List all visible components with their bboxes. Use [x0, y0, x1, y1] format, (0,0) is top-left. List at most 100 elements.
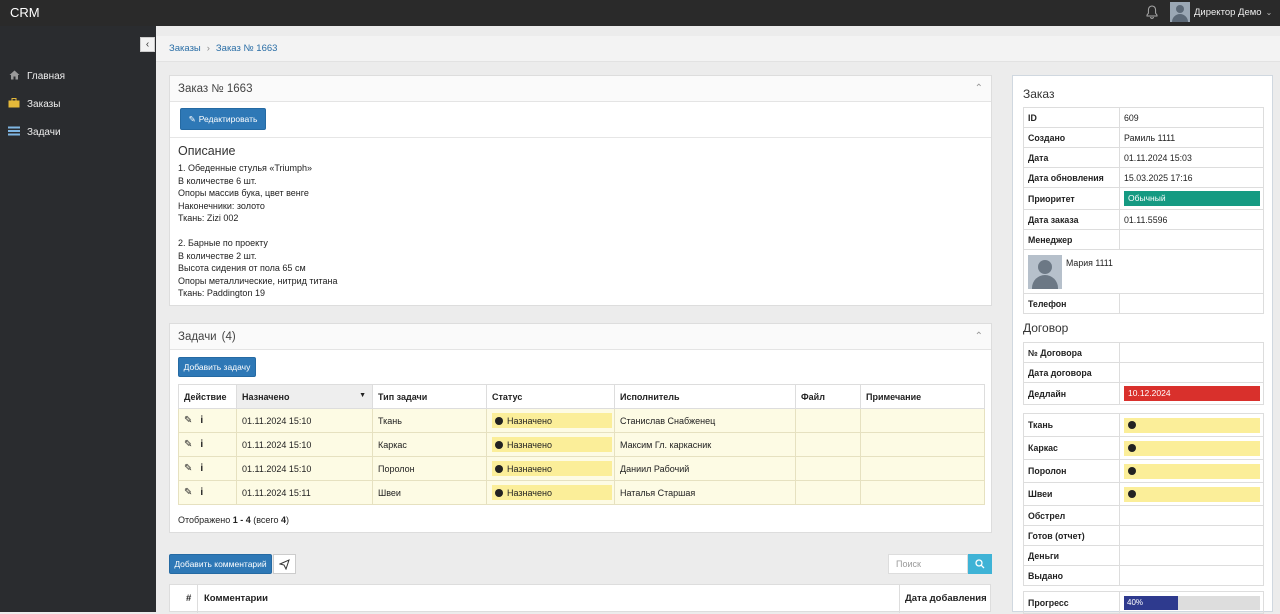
- order-info-title: Заказ: [1023, 87, 1055, 101]
- stage-value: [1119, 436, 1264, 460]
- cell-executor: Станислав Снабженец: [614, 408, 796, 433]
- breadcrumb-current[interactable]: Заказ № 1663: [216, 43, 278, 54]
- info-value: [1119, 229, 1264, 250]
- stage-value: [1119, 482, 1264, 506]
- divider: [899, 585, 900, 613]
- stage-status-bar: [1124, 486, 1260, 502]
- info-key: Приоритет: [1023, 187, 1120, 210]
- info-value: 609: [1119, 107, 1264, 128]
- info-key: ID: [1023, 107, 1120, 128]
- progress-table: Прогресс 40%: [1023, 591, 1264, 614]
- user-menu[interactable]: Директор Демо ⌄: [1170, 2, 1272, 22]
- add-task-button[interactable]: Добавить задачу: [178, 357, 256, 377]
- stage-label: Ткань: [1023, 413, 1120, 437]
- manager-name[interactable]: Мария 1111: [1066, 258, 1113, 268]
- collapse-icon[interactable]: ⌃: [975, 331, 983, 342]
- add-comment-label: Добавить комментарий: [174, 559, 267, 569]
- bell-icon[interactable]: [1146, 5, 1158, 19]
- description-line: Ткань: Zizi 002: [178, 213, 239, 223]
- edit-icon[interactable]: ✎: [184, 463, 192, 474]
- collapse-sidebar-button[interactable]: ‹: [140, 37, 155, 52]
- stage-value: [1119, 459, 1264, 483]
- stage-label: Швеи: [1023, 482, 1120, 506]
- cell-assigned: 01.11.2024 15:10: [236, 432, 373, 457]
- edit-icon[interactable]: ✎: [184, 439, 192, 450]
- manager-cell: Мария 1111: [1023, 249, 1264, 294]
- stage-label: Готов (отчет): [1023, 525, 1120, 546]
- edit-button-label: Редактировать: [198, 114, 258, 124]
- cell-file: [795, 480, 861, 505]
- info-value: Обычный: [1119, 187, 1264, 210]
- stage-status-bar: [1124, 417, 1260, 433]
- stage-label: Выдано: [1023, 565, 1120, 586]
- column-header-label: Назначено: [242, 391, 290, 402]
- description-line: В количестве 6 шт.: [178, 175, 257, 186]
- progress-value: 40%: [1119, 591, 1264, 614]
- row-actions: ✎ i: [178, 432, 237, 457]
- status-dot-icon: [495, 488, 503, 497]
- info-icon[interactable]: i: [200, 487, 203, 498]
- tasks-panel: Задачи (4) ⌃ Добавить задачу Действие На…: [169, 323, 992, 533]
- collapse-icon[interactable]: ⌃: [975, 83, 983, 94]
- stage-label: Обстрел: [1023, 505, 1120, 526]
- stage-value: [1119, 545, 1264, 566]
- order-panel-title: Заказ № 1663: [178, 82, 253, 95]
- column-header-executor[interactable]: Исполнитель: [614, 384, 796, 409]
- column-header-file[interactable]: Файл: [795, 384, 861, 409]
- briefcase-icon: [8, 97, 20, 111]
- stage-row: Деньги: [1023, 545, 1264, 566]
- stage-value: [1119, 525, 1264, 546]
- info-key: Дата: [1023, 147, 1120, 168]
- stage-value: [1119, 565, 1264, 586]
- description-line: Высота сидения от пола 65 см: [178, 263, 306, 273]
- info-icon[interactable]: i: [200, 415, 203, 426]
- cell-status: Назначено: [486, 408, 615, 433]
- stages-table: Ткань Каркас Поролон Швеи Обстрел Готов …: [1023, 413, 1264, 586]
- cell-file: [795, 456, 861, 481]
- edit-icon[interactable]: ✎: [184, 415, 192, 426]
- column-header-type[interactable]: Тип задачи: [372, 384, 487, 409]
- sidebar-item-tasks[interactable]: Задачи: [0, 121, 156, 143]
- app-brand[interactable]: CRM: [10, 5, 40, 20]
- description-line: 1. Обеденные стулья «Triumph»: [178, 163, 313, 173]
- column-header-date: Дата добавления: [905, 593, 987, 604]
- sidebar-item-orders[interactable]: Заказы: [0, 93, 156, 115]
- info-row: Дата договора: [1023, 362, 1264, 383]
- search-input[interactable]: Поиск: [888, 554, 968, 574]
- cell-status: Назначено: [486, 456, 615, 481]
- column-header-note[interactable]: Примечание: [860, 384, 985, 409]
- send-button[interactable]: [273, 554, 296, 574]
- info-row: Телефон: [1023, 293, 1264, 314]
- description-line: Наконечники: золото: [178, 200, 265, 211]
- add-task-label: Добавить задачу: [183, 362, 251, 372]
- info-row: Дата заказа 01.11.5596: [1023, 209, 1264, 230]
- cell-executor: Максим Гл. каркасник: [614, 432, 796, 457]
- cell-type: Ткань: [372, 408, 487, 433]
- cell-note: [860, 432, 985, 457]
- search-button[interactable]: [968, 554, 992, 574]
- order-info-table: ID 609 Создано Рамиль 1111 Дата 01.11.2024 …: [1023, 107, 1264, 314]
- info-key: Телефон: [1023, 293, 1120, 314]
- edit-button[interactable]: ✎ Редактировать: [180, 108, 266, 130]
- row-actions: ✎ i: [178, 408, 237, 433]
- stage-row: Швеи: [1023, 482, 1264, 506]
- stage-status-bar: [1124, 463, 1260, 479]
- column-header-assigned[interactable]: Назначено ▼: [236, 384, 373, 409]
- info-icon[interactable]: i: [200, 439, 203, 450]
- user-name: Директор Демо: [1194, 6, 1262, 18]
- order-panel-header: Заказ № 1663 ⌃: [170, 76, 991, 102]
- add-comment-button[interactable]: Добавить комментарий: [169, 554, 272, 574]
- description-line: 2. Барные по проекту: [178, 238, 268, 248]
- cell-file: [795, 408, 861, 433]
- column-header-status[interactable]: Статус: [486, 384, 615, 409]
- status-dot-icon: [1128, 467, 1136, 475]
- sidebar-item-home[interactable]: Главная: [0, 65, 156, 87]
- cell-status: Назначено: [486, 432, 615, 457]
- stage-value: [1119, 413, 1264, 437]
- info-icon[interactable]: i: [200, 463, 203, 474]
- cell-assigned: 01.11.2024 15:10: [236, 456, 373, 481]
- sort-icon[interactable]: ▼: [359, 392, 366, 399]
- breadcrumb-link-orders[interactable]: Заказы: [169, 43, 201, 54]
- edit-icon[interactable]: ✎: [184, 487, 192, 498]
- info-value: [1119, 362, 1264, 383]
